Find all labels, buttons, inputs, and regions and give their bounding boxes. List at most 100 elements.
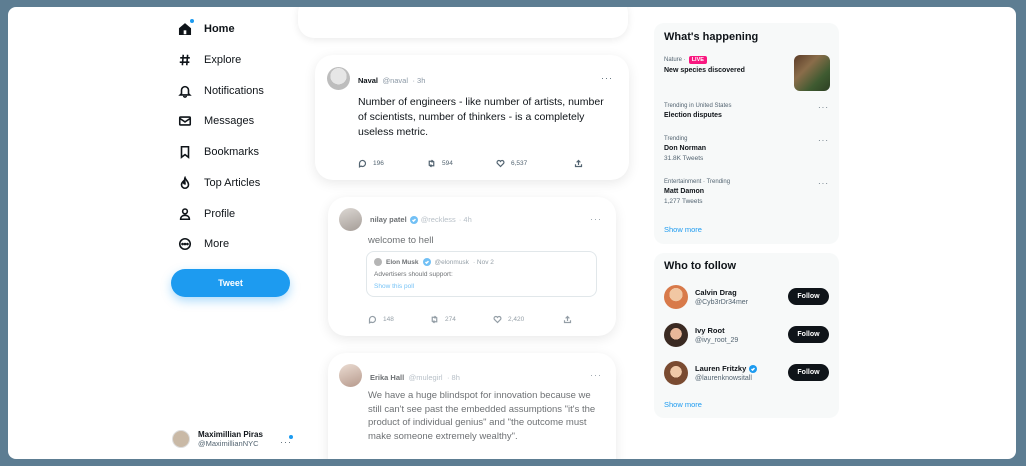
- quoted-tweet-time: · Nov 2: [472, 258, 494, 266]
- author-name[interactable]: nilay patel: [370, 215, 407, 224]
- quoted-tweet[interactable]: Elon Musk @elonmusk · Nov 2 Advertisers …: [366, 251, 597, 297]
- trend-more-icon[interactable]: ···: [818, 179, 829, 188]
- sidebar-item-notifications[interactable]: Notifications: [178, 79, 264, 103]
- trend-more-icon[interactable]: ···: [818, 103, 829, 112]
- sidebar-item-label: Explore: [204, 54, 242, 66]
- user-handle: @laurenknowsitall: [695, 375, 752, 382]
- account-name: Maximillian Piras: [198, 430, 263, 439]
- sidebar-item-home[interactable]: Home: [178, 17, 235, 41]
- author-handle: @mulegirl: [408, 372, 443, 382]
- retweet-button[interactable]: 594: [427, 159, 496, 168]
- tweet-header: Naval @naval · 3h: [327, 67, 425, 90]
- avatar: [172, 430, 190, 448]
- retweet-icon: [431, 315, 438, 324]
- account-switcher[interactable]: Maximillian Piras @MaximillianNYC: [172, 430, 263, 448]
- heart-icon: [496, 159, 505, 168]
- tweet-card[interactable]: Naval @naval · 3h ··· Number of engineer…: [315, 55, 629, 180]
- sidebar-item-top-articles[interactable]: Top Articles: [178, 171, 260, 195]
- author-handle: @reckless: [420, 215, 456, 224]
- like-count: 6,537: [511, 160, 528, 167]
- reply-button[interactable]: 148: [368, 315, 430, 324]
- user-handle: @ivy_root_29: [695, 337, 739, 344]
- tweet-header: Erika Hall @mulegirl · 8h: [339, 364, 460, 387]
- sidebar-item-label: Notifications: [204, 85, 264, 97]
- follow-suggestion[interactable]: Lauren Fritzky @laurenknowsitall Follow: [664, 360, 829, 386]
- trend-item[interactable]: Trending Don Norman 31.8K Tweets ···: [664, 136, 829, 162]
- tweet-text: welcome to hell: [368, 235, 434, 246]
- avatar[interactable]: [664, 323, 688, 347]
- tweet-text: Number of engineers - like number of art…: [358, 96, 604, 138]
- hashtag-icon: [178, 53, 192, 67]
- sidebar-item-explore[interactable]: Explore: [178, 48, 241, 72]
- tweet-time: · 3h: [412, 75, 426, 85]
- like-count: 2,420: [508, 316, 525, 323]
- trend-thumbnail[interactable]: [794, 55, 830, 91]
- more-options-icon[interactable]: ···: [280, 437, 292, 447]
- heart-icon: [493, 315, 502, 324]
- share-icon: [563, 315, 572, 324]
- sidebar-item-more[interactable]: More: [178, 232, 229, 256]
- sidebar-item-label: Top Articles: [204, 177, 261, 189]
- sidebar-item-messages[interactable]: Messages: [178, 109, 254, 133]
- sidebar-item-bookmarks[interactable]: Bookmarks: [178, 140, 259, 164]
- follow-button[interactable]: Follow: [788, 364, 829, 381]
- avatar[interactable]: [339, 364, 362, 387]
- follow-suggestion[interactable]: Ivy Root @ivy_root_29 Follow: [664, 322, 829, 348]
- follow-button[interactable]: Follow: [788, 288, 829, 305]
- verified-badge-icon: [409, 215, 418, 224]
- author-name[interactable]: Naval: [358, 76, 378, 85]
- quoted-tweet-header: Elon Musk @elonmusk · Nov 2: [374, 258, 589, 266]
- avatar[interactable]: [664, 285, 688, 309]
- tweet-card[interactable]: nilay patel @reckless · 4h ··· welcome t…: [328, 197, 616, 336]
- bookmark-icon: [178, 145, 192, 159]
- tweet-card-partial: [298, 7, 628, 38]
- trend-title: Matt Damon: [664, 188, 705, 195]
- trend-item[interactable]: Entertainment · Trending Matt Damon 1,27…: [664, 179, 829, 205]
- author-handle: @naval: [382, 75, 409, 85]
- follow-suggestion[interactable]: Calvin Drag @Cyb3rDr34mer Follow: [664, 284, 829, 310]
- avatar[interactable]: [339, 208, 362, 231]
- reply-button[interactable]: 196: [358, 159, 427, 168]
- panel-title: What's happening: [664, 31, 759, 43]
- verified-badge-icon: [422, 258, 431, 266]
- avatar[interactable]: [664, 361, 688, 385]
- tweet-actions: 196 594 6,537: [358, 159, 583, 168]
- tweet-header: nilay patel @reckless · 4h: [339, 208, 472, 231]
- panel-title: Who to follow: [664, 260, 737, 272]
- app-window: Home Explore Notifications Messages Book…: [8, 7, 1016, 459]
- share-icon: [574, 159, 583, 168]
- avatar[interactable]: [327, 67, 350, 90]
- show-more-link[interactable]: Show more: [664, 225, 702, 234]
- tweet-more-icon[interactable]: ···: [590, 214, 602, 224]
- tweet-actions: 148 274 2,420: [368, 315, 572, 324]
- trend-more-icon[interactable]: ···: [818, 136, 829, 145]
- quoted-author-handle: @elonmusk: [434, 258, 469, 266]
- follow-button[interactable]: Follow: [788, 326, 829, 343]
- share-button[interactable]: [563, 315, 572, 324]
- quoted-author-name: Elon Musk: [386, 258, 419, 266]
- trend-tweet-count: 1,277 Tweets: [664, 198, 703, 205]
- sidebar-item-profile[interactable]: Profile: [178, 202, 235, 226]
- user-name[interactable]: Calvin Drag: [695, 288, 748, 297]
- who-to-follow-panel: Who to follow Calvin Drag @Cyb3rDr34mer …: [654, 253, 839, 418]
- tweet-more-icon[interactable]: ···: [590, 370, 602, 380]
- tweet-text: We have a huge blindspot for innovation …: [368, 390, 596, 442]
- user-name[interactable]: Lauren Fritzky: [695, 364, 746, 373]
- show-poll-link[interactable]: Show this poll: [374, 283, 589, 290]
- reply-icon: [358, 159, 367, 168]
- trend-title: Election disputes: [664, 112, 722, 119]
- trend-item[interactable]: Trending in United States Election dispu…: [664, 103, 829, 119]
- tweet-more-icon[interactable]: ···: [601, 73, 613, 83]
- tweet-button[interactable]: Tweet: [171, 269, 290, 297]
- author-name[interactable]: Erika Hall: [370, 373, 404, 382]
- tweet-card[interactable]: Erika Hall @mulegirl · 8h ··· We have a …: [328, 353, 616, 459]
- like-button[interactable]: 2,420: [493, 315, 563, 324]
- retweet-icon: [428, 159, 435, 168]
- show-more-link[interactable]: Show more: [664, 400, 702, 409]
- retweet-button[interactable]: 274: [430, 315, 493, 324]
- share-button[interactable]: [574, 159, 583, 168]
- like-button[interactable]: 6,537: [496, 159, 574, 168]
- home-icon: [178, 19, 194, 36]
- user-name[interactable]: Ivy Root: [695, 326, 738, 335]
- avatar: [374, 258, 382, 266]
